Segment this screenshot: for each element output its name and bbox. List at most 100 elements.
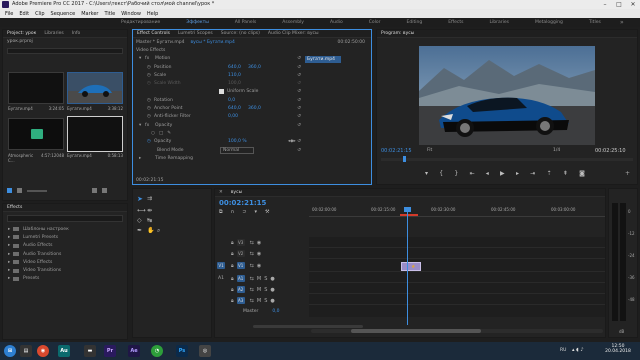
video-clip[interactable]: ★ — [401, 262, 421, 271]
tab-info[interactable]: Info — [72, 31, 81, 36]
reset-icon[interactable]: ↺ — [297, 89, 301, 94]
button-editor-icon[interactable]: + — [625, 170, 630, 177]
selection-tool-icon[interactable]: ➤ — [137, 195, 145, 203]
keyframe-nav-icon[interactable]: ◂◆▸ ↺ — [288, 139, 301, 144]
extract-icon[interactable]: ⇞ — [563, 170, 568, 177]
export-frame-icon[interactable]: ◙ — [579, 170, 585, 177]
mute-icon[interactable]: M — [257, 298, 261, 304]
timeline-scroll-thumb[interactable] — [351, 329, 481, 333]
lock-icon[interactable]: 🔒︎ — [231, 276, 234, 282]
track-scrollbar[interactable] — [253, 325, 363, 328]
taskbar-app-ps[interactable]: Ps — [176, 345, 188, 357]
program-video-frame[interactable] — [419, 46, 595, 145]
lock-icon[interactable]: 🔒︎ — [231, 240, 234, 246]
menu-clip[interactable]: Clip — [35, 11, 44, 17]
sequence-clip-selector[interactable]: вусы * Бугати.mp4 — [190, 40, 234, 45]
param-anti-flicker[interactable]: ◷ Anti-flicker Filter 0,00 ↺ — [133, 113, 303, 121]
project-item-thumbnail-selected[interactable] — [67, 116, 123, 152]
effects-folder[interactable]: ▸ Presets — [8, 275, 127, 283]
solo-icon[interactable]: S — [264, 287, 267, 293]
mic-icon[interactable]: ● — [270, 298, 274, 304]
effects-folder[interactable]: ▸ Audio Effects — [8, 242, 127, 250]
menu-marker[interactable]: Marker — [81, 11, 98, 17]
delete-icon[interactable] — [102, 188, 107, 193]
zoom-tool-icon[interactable]: ⌕ — [157, 227, 160, 235]
effects-folder[interactable]: ▸ Video Transitions — [8, 266, 127, 274]
reset-icon[interactable]: ↺ — [297, 98, 301, 103]
checkbox-checked-icon[interactable] — [219, 89, 224, 95]
param-motion[interactable]: ▾ fx Motion ↺ — [133, 55, 303, 63]
project-item-thumbnail[interactable] — [67, 72, 123, 104]
rolling-edit-tool-icon[interactable]: ⇹ — [147, 207, 152, 214]
param-time-remapping[interactable]: ▸ Time Remapping — [133, 154, 303, 162]
menu-help[interactable]: Help — [147, 11, 158, 17]
fit-select[interactable]: Fit — [427, 148, 432, 153]
tab-effect-controls[interactable]: Effect Controls — [137, 31, 170, 36]
mark-out-icon[interactable]: } — [454, 170, 458, 177]
menu-file[interactable]: File — [5, 11, 13, 17]
ellipse-mask-icon[interactable]: ○ — [151, 131, 155, 136]
timeline-playhead[interactable] — [404, 207, 411, 325]
tray-icons[interactable]: ▴ ◖ ♪ — [572, 347, 584, 353]
menu-window[interactable]: Window — [121, 11, 141, 17]
media-app-icon[interactable]: ◎ — [199, 345, 211, 357]
eye-icon[interactable]: ◉ — [257, 251, 261, 257]
param-position[interactable]: ◷ Position 640,0 360,0 ↺ — [133, 63, 303, 71]
workspace-tab[interactable]: Редактирование — [108, 18, 173, 27]
reset-icon[interactable]: ↺ — [297, 148, 301, 153]
effects-folder[interactable]: ▸ Шаблоны настроек — [8, 225, 127, 233]
workspace-tab[interactable]: Audio — [317, 18, 356, 27]
master-volume[interactable]: 0,0 — [272, 309, 279, 314]
nest-icon[interactable]: ⧉ — [219, 209, 223, 215]
add-marker-icon[interactable]: ▾ — [425, 170, 428, 177]
start-button-icon[interactable]: ⊞ — [4, 345, 16, 357]
param-rotation[interactable]: ◷ Rotation 0,0 ↺ — [133, 96, 303, 104]
razor-tool-icon[interactable]: ◇ — [137, 217, 142, 224]
reset-icon[interactable]: ↺ — [297, 81, 301, 86]
explorer-icon[interactable]: ▤ — [20, 345, 32, 357]
pen-tool-icon[interactable]: ✒ — [137, 227, 142, 234]
tab-audio-clip-mixer[interactable]: Audio Clip Mixer: вусы — [268, 31, 319, 36]
clock[interactable]: 12:50 20.04.2018 — [600, 344, 636, 354]
eye-icon[interactable]: ◉ — [257, 263, 261, 269]
param-anchor-point[interactable]: ◷ Anchor Point 640,0 360,0 ↺ — [133, 104, 303, 112]
mark-in-icon[interactable]: { — [439, 170, 443, 177]
master-clip-selector[interactable]: Master * Бугати.mp4 — [136, 40, 184, 45]
track-lanes[interactable]: ★ — [309, 237, 605, 317]
sync-lock-icon[interactable]: ⇆ — [250, 240, 254, 246]
blend-mode-select[interactable]: Normal — [220, 146, 254, 154]
program-scrub-bar[interactable] — [381, 156, 633, 162]
lock-icon[interactable]: 🔒︎ — [231, 251, 234, 257]
add-marker-icon[interactable]: ▾ — [254, 209, 257, 215]
mic-icon[interactable]: ● — [270, 276, 274, 282]
taskbar-app-ae[interactable]: Ae — [128, 345, 140, 357]
sync-lock-icon[interactable]: ⇆ — [250, 263, 254, 269]
ripple-edit-tool-icon[interactable]: ⟷ — [137, 207, 146, 214]
tab-libraries[interactable]: Libraries — [44, 31, 63, 36]
workspace-tab-active[interactable]: Эффекты — [173, 18, 222, 27]
param-opacity-group[interactable]: ▾ fx Opacity ↺ — [133, 121, 303, 129]
lock-icon[interactable]: 🔒︎ — [231, 298, 234, 304]
reset-icon[interactable]: ↺ — [297, 73, 301, 78]
tab-lumetri-scopes[interactable]: Lumetri Scopes — [178, 31, 213, 36]
reset-icon[interactable]: ↺ — [297, 65, 301, 70]
sync-lock-icon[interactable]: ⇆ — [250, 251, 254, 257]
tab-source[interactable]: Source: (no clips) — [221, 31, 260, 36]
effects-folder[interactable]: ▸ Audio Transitions — [8, 250, 127, 258]
reset-icon[interactable]: ↺ — [297, 106, 301, 111]
project-search-input[interactable] — [7, 48, 123, 54]
timeline-ruler[interactable]: 00:02:00:00 00:02:15:00 00:02:30:00 00:0… — [309, 205, 605, 217]
workspace-tab[interactable]: All Panels — [222, 18, 270, 27]
mute-icon[interactable]: M — [257, 276, 261, 282]
effects-folder[interactable]: ▸ Video Effects — [8, 258, 127, 266]
minimize-button[interactable]: – — [598, 0, 612, 9]
sync-lock-icon[interactable]: ⇆ — [250, 298, 254, 304]
lock-icon[interactable]: 🔒︎ — [231, 263, 234, 269]
playhead-handle[interactable] — [404, 207, 411, 212]
chrome-icon[interactable]: ◉ — [37, 345, 49, 357]
pen-mask-icon[interactable]: ✎ — [167, 131, 171, 136]
lock-icon[interactable]: 🔒︎ — [231, 287, 234, 293]
folder-taskbar-icon[interactable]: ▬ — [84, 345, 96, 357]
param-blend-mode[interactable]: Blend Mode Normal ↺ — [133, 146, 303, 154]
mic-icon[interactable]: ● — [270, 287, 274, 293]
